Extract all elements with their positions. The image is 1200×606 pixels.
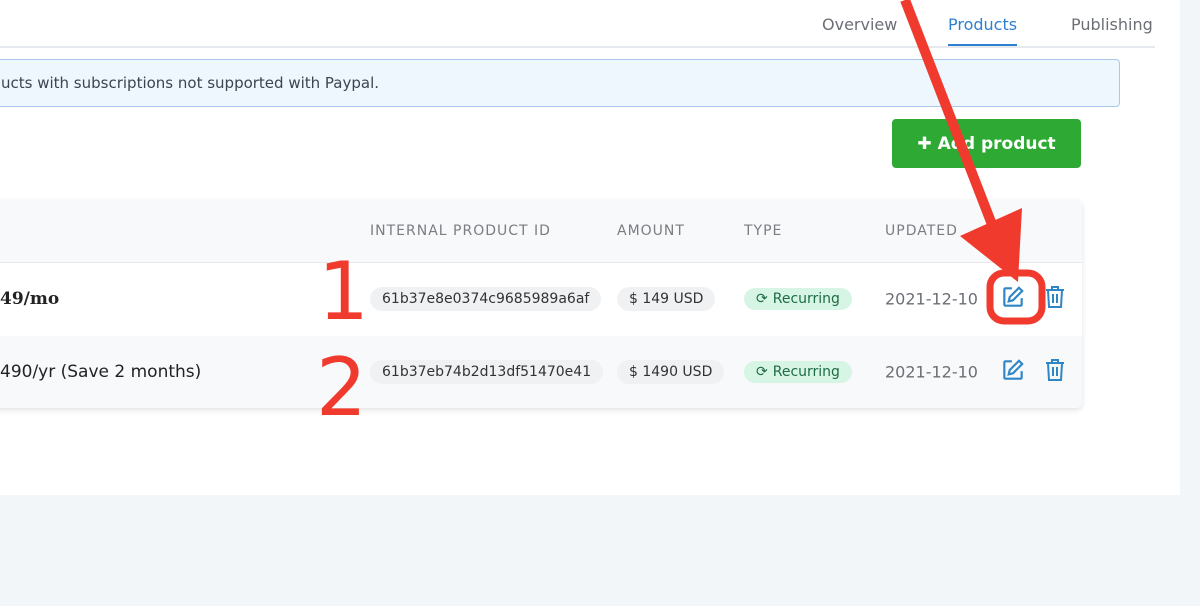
table-row: 49/mo 61b37e8e0374c9685989a6af $ 149 USD…: [0, 263, 1082, 335]
refresh-icon: ⟳: [756, 364, 768, 380]
refresh-icon: ⟳: [756, 291, 768, 307]
products-table: INTERNAL PRODUCT ID AMOUNT TYPE UPDATED …: [0, 200, 1082, 408]
table-header: INTERNAL PRODUCT ID AMOUNT TYPE UPDATED: [0, 200, 1082, 263]
type-label: Recurring: [772, 291, 840, 307]
add-product-button[interactable]: ✚ Add product: [892, 119, 1081, 168]
type-label: Recurring: [772, 364, 840, 380]
product-name[interactable]: 49/mo: [0, 289, 59, 309]
annotation-step-2: 2: [316, 341, 367, 434]
edit-icon[interactable]: [1000, 357, 1026, 387]
product-amount: $ 1490 USD: [617, 360, 725, 384]
product-name[interactable]: 490/yr (Save 2 months): [0, 362, 201, 382]
header-internal-id: INTERNAL PRODUCT ID: [370, 223, 551, 239]
add-product-label: Add product: [937, 133, 1056, 154]
header-type: TYPE: [744, 223, 783, 239]
tab-overview[interactable]: Overview: [822, 15, 897, 34]
tab-products[interactable]: Products: [948, 15, 1018, 46]
alert-text: ucts with subscriptions not supported wi…: [1, 74, 380, 92]
header-updated: UPDATED: [885, 223, 958, 239]
product-id: 61b37e8e0374c9685989a6af: [370, 287, 602, 311]
tab-bar: Overview Products Publishing: [0, 0, 1155, 48]
annotation-step-1: 1: [318, 245, 369, 338]
table-row: 490/yr (Save 2 months) 61b37eb74b2d13df5…: [0, 336, 1082, 408]
edit-icon[interactable]: [1000, 284, 1026, 314]
trash-icon[interactable]: [1043, 284, 1067, 314]
product-id: 61b37eb74b2d13df51470e41: [370, 360, 604, 384]
main-panel: Overview Products Publishing ucts with s…: [0, 0, 1180, 495]
updated-date: 2021-12-10: [885, 362, 978, 382]
type-badge: ⟳ Recurring: [744, 288, 852, 310]
updated-date: 2021-12-10: [885, 289, 978, 309]
product-amount: $ 149 USD: [617, 287, 716, 311]
plus-icon: ✚: [917, 133, 932, 154]
type-badge: ⟳ Recurring: [744, 361, 852, 383]
header-amount: AMOUNT: [617, 223, 685, 239]
trash-icon[interactable]: [1043, 357, 1067, 387]
tab-publishing[interactable]: Publishing: [1071, 15, 1153, 34]
paypal-alert: ucts with subscriptions not supported wi…: [0, 59, 1120, 107]
